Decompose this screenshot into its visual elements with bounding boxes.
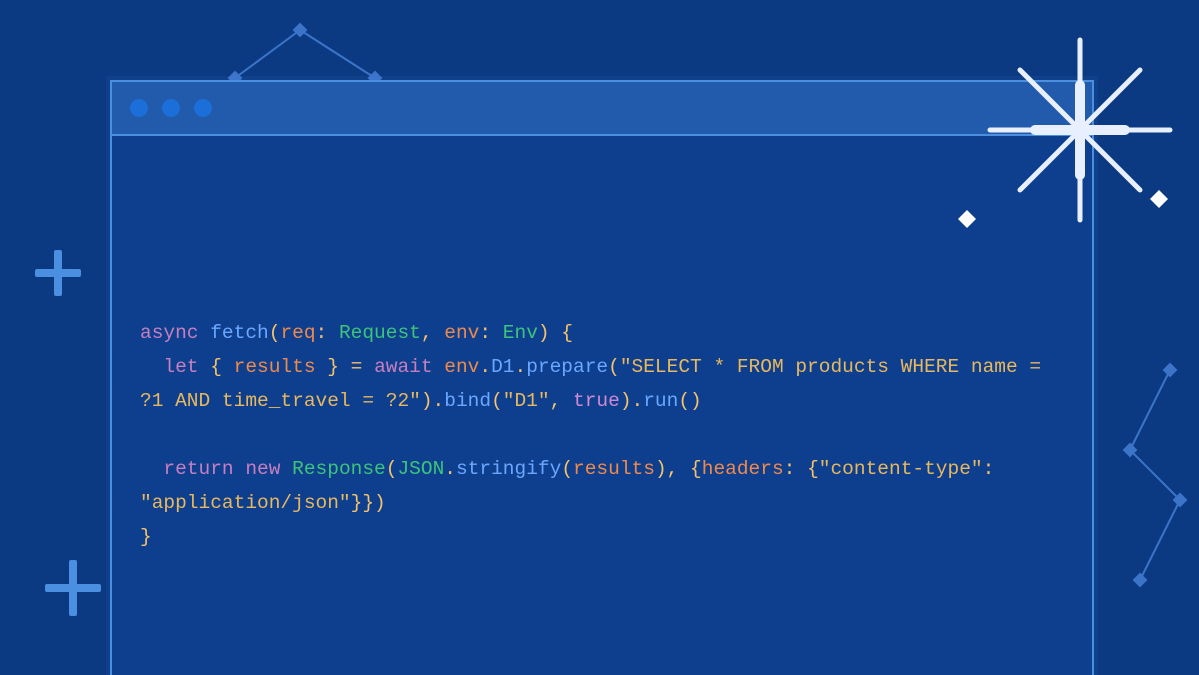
code-token-param: results — [573, 458, 655, 480]
code-token-punct: : { — [784, 458, 819, 480]
code-token-punct: ) { — [538, 322, 573, 344]
code-token-bool: true — [573, 390, 620, 412]
code-token-punct: . — [515, 356, 527, 378]
code-token-punct: ( — [491, 390, 503, 412]
code-token-punct — [140, 458, 163, 480]
code-token-fn: bind — [444, 390, 491, 412]
code-token-param: env — [444, 322, 479, 344]
code-token-param: req — [280, 322, 315, 344]
code-token-punct: () — [678, 390, 701, 412]
code-token-type: JSON — [397, 458, 444, 480]
code-token-punct: ). — [421, 390, 444, 412]
plus-sparkle-icon — [45, 560, 101, 616]
canvas: async fetch(req: Request, env: Env) { le… — [0, 0, 1199, 675]
code-token-kw: new — [245, 458, 280, 480]
code-token-punct — [433, 356, 445, 378]
window-dot — [130, 99, 148, 117]
code-token-punct: }}) — [351, 492, 386, 514]
code-token-punct: ( — [386, 458, 398, 480]
small-diamond-icon — [958, 210, 976, 228]
code-token-kw: await — [374, 356, 433, 378]
code-token-type: Response — [292, 458, 386, 480]
code-token-param: env — [444, 356, 479, 378]
code-token-kw: let — [163, 356, 198, 378]
code-token-fn: stringify — [456, 458, 561, 480]
code-token-punct: ( — [561, 458, 573, 480]
code-token-punct — [140, 356, 163, 378]
code-token-prop: D1 — [491, 356, 514, 378]
plus-sparkle-icon — [35, 250, 81, 296]
code-token-type: Request — [339, 322, 421, 344]
window-dot — [162, 99, 180, 117]
code-token-punct — [199, 322, 211, 344]
code-token-type: Env — [503, 322, 538, 344]
code-token-param: headers — [702, 458, 784, 480]
code-token-punct: , — [550, 390, 573, 412]
code-token-punct: . — [444, 458, 456, 480]
code-token-punct: ). — [620, 390, 643, 412]
code-token-param: results — [234, 356, 316, 378]
constellation-right — [1110, 360, 1199, 600]
code-token-punct: ( — [269, 322, 281, 344]
code-token-punct: { — [199, 356, 234, 378]
code-token-str: "D1" — [503, 390, 550, 412]
code-token-fn: prepare — [526, 356, 608, 378]
code-token-punct: } — [140, 526, 152, 548]
code-token-str: "application/json" — [140, 492, 351, 514]
code-token-fn: run — [643, 390, 678, 412]
code-window: async fetch(req: Request, env: Env) { le… — [110, 80, 1094, 675]
code-token-fn: fetch — [210, 322, 269, 344]
small-diamond-icon — [1150, 190, 1168, 208]
code-token-str: "content-type" — [819, 458, 983, 480]
window-dot — [194, 99, 212, 117]
code-block: async fetch(req: Request, env: Env) { le… — [112, 156, 1092, 574]
code-token-punct: ( — [608, 356, 620, 378]
code-token-punct: } = — [316, 356, 375, 378]
code-token-punct — [280, 458, 292, 480]
code-token-punct: : — [479, 322, 502, 344]
code-token-punct: . — [479, 356, 491, 378]
code-token-punct: , — [421, 322, 444, 344]
code-token-kw: return — [163, 458, 233, 480]
code-token-punct: : — [983, 458, 1006, 480]
code-token-punct — [234, 458, 246, 480]
code-token-kw: async — [140, 322, 199, 344]
code-token-punct: : — [316, 322, 339, 344]
code-token-punct: ), { — [655, 458, 702, 480]
window-titlebar — [112, 82, 1092, 136]
